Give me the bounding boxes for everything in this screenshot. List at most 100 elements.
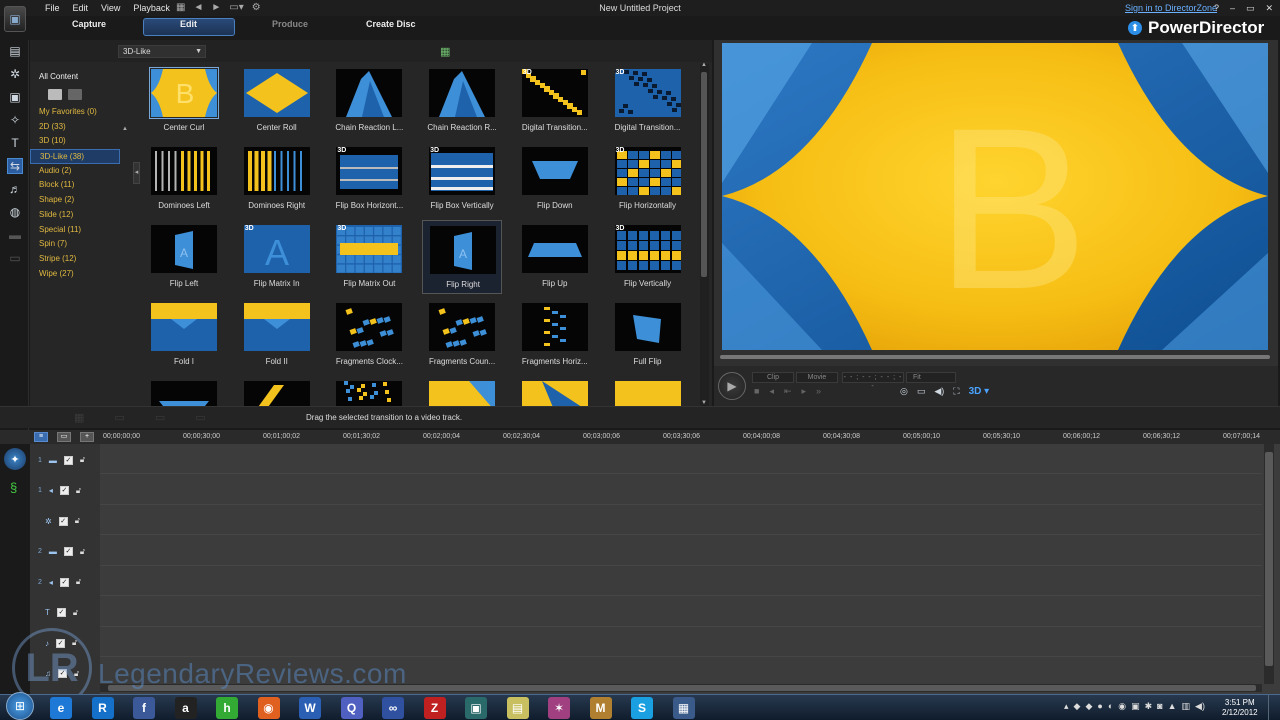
track-lane-fx[interactable]	[100, 505, 1262, 535]
step-back-icon[interactable]: ⇤	[784, 386, 792, 397]
track-enable-checkbox[interactable]: ✓	[59, 577, 69, 587]
minimize-icon[interactable]: –	[1230, 3, 1235, 14]
preview-scrubber[interactable]	[720, 355, 1270, 359]
taskbar-app-icon[interactable]: e	[50, 697, 72, 719]
menu-playback[interactable]: Playback	[133, 3, 170, 13]
transition-item[interactable]: Fold II	[237, 298, 317, 372]
track-enable-checkbox[interactable]: ✓	[56, 638, 65, 648]
magic-tools-icon[interactable]: ✦	[4, 448, 26, 470]
transition-item[interactable]: Fragments Coun...	[422, 298, 502, 372]
close-icon[interactable]: ✕	[1266, 3, 1274, 14]
taskbar-app-icon[interactable]: Z	[423, 697, 446, 719]
tray-app-icon[interactable]: ✱	[1145, 701, 1153, 712]
prev-frame-icon[interactable]: ◂	[769, 386, 774, 397]
transition-item[interactable]: Center Roll	[237, 64, 317, 138]
timeline-vertical-scrollbar[interactable]	[1264, 444, 1274, 684]
tool-icon[interactable]: ▭	[195, 411, 205, 424]
tab-capture[interactable]: Capture	[72, 19, 106, 29]
redo-icon[interactable]: ►	[211, 2, 221, 13]
track-enable-checkbox[interactable]: ✓	[63, 547, 73, 556]
transition-item[interactable]: A 3D Flip Matrix In	[237, 220, 317, 294]
tray-app-icon[interactable]: ●	[1097, 701, 1102, 712]
add-track-icon[interactable]: +	[80, 432, 94, 442]
transition-item[interactable]: A Flip Left	[144, 220, 224, 294]
timecode-display[interactable]: - - ; - - ; - - ; - -	[842, 372, 904, 390]
category-filter-select[interactable]: 3D-Like ▼	[118, 45, 206, 58]
lock-icon[interactable]: 🔓︎	[75, 516, 80, 526]
category-item[interactable]: 3D (10)	[30, 134, 120, 149]
scrollbar-thumb[interactable]	[1265, 452, 1273, 666]
track-lane-audio[interactable]	[100, 566, 1262, 596]
folder-new-icon[interactable]	[68, 89, 82, 100]
timeline-horizontal-scrollbar[interactable]	[100, 684, 1262, 692]
tool-icon[interactable]: ▦	[74, 411, 84, 424]
taskbar-app-icon[interactable]: f	[133, 697, 155, 719]
movie-mode-button[interactable]: Movie	[796, 372, 838, 383]
track-lane-title[interactable]	[100, 597, 1262, 627]
track-lane-audio[interactable]	[100, 475, 1262, 505]
category-item[interactable]: My Favorites (0)	[30, 105, 120, 120]
tray-app-icon[interactable]: ◆	[1085, 701, 1092, 712]
clock[interactable]: 3:51 PM 2/12/2012	[1222, 698, 1258, 718]
lock-icon[interactable]: 🔓︎	[80, 455, 85, 465]
signin-link[interactable]: Sign in to DirectorZone	[1125, 3, 1217, 13]
storyboard-view-icon[interactable]: ▭	[57, 432, 71, 442]
fast-forward-icon[interactable]: »	[816, 386, 821, 397]
track-enable-checkbox[interactable]: ✓	[58, 669, 67, 678]
track-lane-voice[interactable]	[100, 627, 1262, 657]
track-enable-checkbox[interactable]: ✓	[63, 455, 73, 465]
transition-item[interactable]: Dominoes Right	[237, 142, 317, 216]
tool-icon[interactable]: ▭	[114, 411, 124, 424]
lock-icon[interactable]: 🔓︎	[76, 577, 81, 587]
transition-item[interactable]: 3D Flip Box Vertically	[422, 142, 502, 216]
pip-room-icon[interactable]: ▣	[7, 89, 23, 105]
chapter-room-icon[interactable]: ▬	[7, 227, 23, 243]
network-icon[interactable]: ▥	[1182, 701, 1191, 712]
track-lane-music[interactable]	[100, 658, 1262, 688]
taskbar-app-icon[interactable]: ✶	[548, 697, 570, 719]
title-room-icon[interactable]: T	[7, 135, 23, 151]
menu-file[interactable]: File	[45, 3, 60, 13]
transition-item[interactable]: 3D Flip Horizontally	[608, 142, 688, 216]
tab-create-disc[interactable]: Create Disc	[366, 19, 416, 29]
scroll-up-icon[interactable]: ▲	[701, 62, 707, 68]
transition-item[interactable]	[608, 376, 688, 406]
tray-app-icon[interactable]: ◙	[1157, 701, 1162, 712]
tray-app-icon[interactable]: ◉	[1118, 701, 1126, 712]
stop-icon[interactable]: ■	[754, 386, 759, 397]
voiceover-icon[interactable]: ◍	[7, 204, 23, 220]
transition-item[interactable]: Fragments Horiz...	[515, 298, 595, 372]
start-button[interactable]: ⊞	[6, 692, 34, 720]
taskbar-app-icon[interactable]: ▦	[672, 697, 695, 719]
category-item[interactable]: Shape (2)	[30, 193, 120, 208]
category-item[interactable]: Spin (7)	[30, 237, 120, 252]
all-content-label[interactable]: All Content	[39, 72, 78, 81]
lock-icon[interactable]: 🔓︎	[80, 547, 85, 557]
tray-app-icon[interactable]: ▣	[1131, 701, 1140, 712]
tray-app-icon[interactable]: ◐	[1108, 701, 1113, 712]
clip-mode-button[interactable]: Clip	[752, 372, 794, 383]
transition-item[interactable]: Fragments Clock...	[329, 298, 409, 372]
particle-room-icon[interactable]: ✧	[7, 112, 23, 128]
transition-item[interactable]	[422, 376, 502, 406]
track-lane-video[interactable]	[100, 536, 1262, 566]
track-enable-checkbox[interactable]: ✓	[59, 486, 69, 495]
effect-room-icon[interactable]: ✲	[7, 66, 23, 82]
audio-mixing-icon[interactable]: ♬	[7, 181, 23, 197]
transition-item[interactable]: A Flip Right	[422, 220, 503, 294]
layout-icon[interactable]: ▭▾	[229, 2, 243, 13]
taskbar-app-icon[interactable]: R	[91, 697, 114, 719]
transition-item[interactable]	[237, 376, 317, 406]
lock-icon[interactable]: 🔓︎	[76, 486, 81, 496]
lock-icon[interactable]: 🔓︎	[74, 669, 79, 679]
folder-icon[interactable]	[48, 89, 62, 100]
transition-item[interactable]	[515, 376, 595, 406]
menu-edit[interactable]: Edit	[73, 3, 89, 13]
volume-icon[interactable]: ◀)	[1195, 701, 1205, 712]
transition-item[interactable]: 3D Flip Matrix Out	[329, 220, 409, 294]
taskbar-app-icon[interactable]: ◉	[257, 697, 280, 719]
tab-produce[interactable]: Produce	[272, 19, 308, 29]
save-icon[interactable]: ▦	[176, 2, 185, 13]
transition-item[interactable]: Chain Reaction R...	[422, 64, 502, 138]
taskbar-app-icon[interactable]: M	[589, 697, 612, 719]
